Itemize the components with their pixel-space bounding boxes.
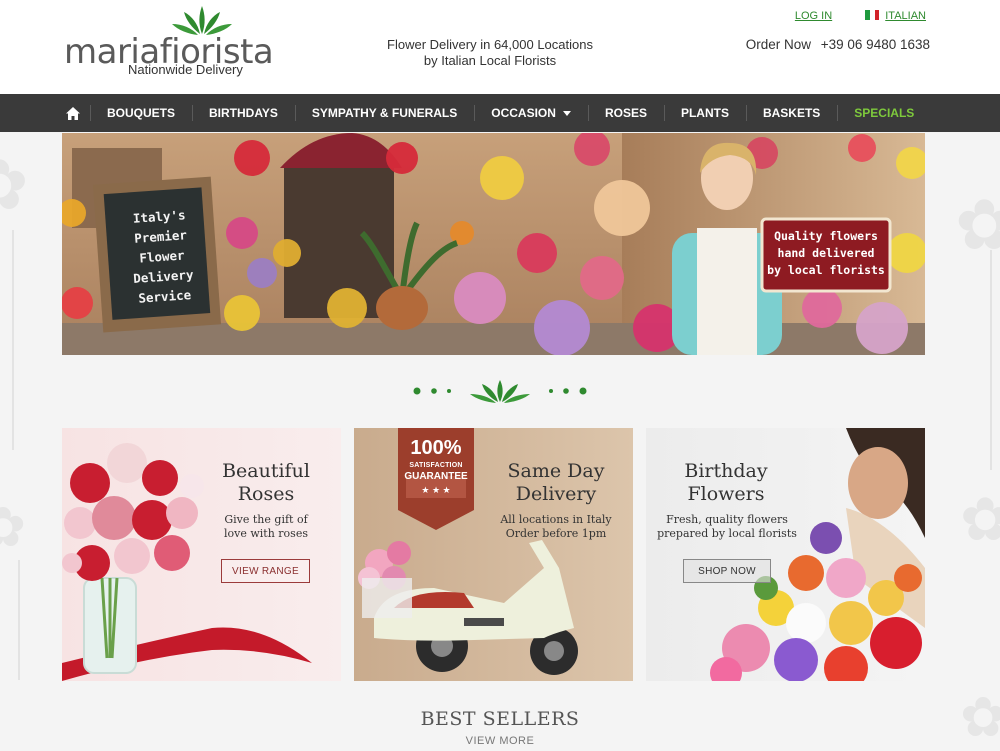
card-text-line: Give the gift of bbox=[224, 513, 308, 526]
italy-flag-icon bbox=[865, 10, 880, 20]
card-description: Give the gift of love with roses bbox=[202, 513, 330, 541]
tagline-line: Flower Delivery in 64,000 Locations bbox=[387, 37, 593, 52]
badge-percent: 100% bbox=[410, 437, 462, 459]
header-tagline: Flower Delivery in 64,000 Locations by I… bbox=[380, 37, 600, 69]
promo-card-roses[interactable]: Beautiful Roses Give the gift of love wi… bbox=[62, 428, 341, 681]
order-phone[interactable]: Order Now +39 06 9480 1638 bbox=[746, 37, 930, 52]
site-logo[interactable]: mariafiorista Nationwide Delivery bbox=[64, 6, 274, 80]
sign-line: hand delivered bbox=[777, 246, 875, 260]
background-stem-decoration bbox=[18, 560, 20, 680]
caret-down-icon bbox=[562, 110, 571, 116]
nav-occasion-label: OCCASION bbox=[491, 106, 556, 120]
nav-baskets[interactable]: BASKETS bbox=[745, 94, 837, 132]
best-sellers-heading: BEST SELLERS bbox=[420, 708, 580, 730]
nav-roses[interactable]: ROSES bbox=[587, 94, 664, 132]
card-title-line: Delivery bbox=[515, 483, 597, 505]
badge-text: SATISFACTION bbox=[409, 462, 463, 469]
card-title-line: Beautiful bbox=[222, 460, 310, 482]
badge-text: GUARANTEE bbox=[404, 471, 468, 482]
hero-banner[interactable]: Italy's Premier Flower Delivery Service … bbox=[62, 133, 925, 355]
nav-specials[interactable]: SPECIALS bbox=[837, 94, 931, 132]
logo-subtitle: Nationwide Delivery bbox=[128, 62, 243, 77]
leaf-divider-icon bbox=[413, 380, 587, 403]
card-title-line: Flowers bbox=[687, 483, 765, 505]
card-description: All locations in Italy Order before 1pm bbox=[490, 513, 622, 541]
view-range-button[interactable]: VIEW RANGE bbox=[221, 559, 310, 583]
language-link[interactable]: ITALIAN bbox=[865, 10, 926, 22]
card-title: Beautiful Roses bbox=[202, 460, 330, 506]
background-flower-decoration: ✿ bbox=[960, 485, 1000, 555]
nav-plants[interactable]: PLANTS bbox=[663, 94, 746, 132]
card-text-line: All locations in Italy bbox=[500, 513, 612, 526]
background-stem-decoration bbox=[990, 250, 992, 470]
card-title-line: Birthday bbox=[684, 460, 768, 482]
card-text-line: Fresh, quality flowers bbox=[666, 513, 788, 526]
phone-number: +39 06 9480 1638 bbox=[820, 37, 930, 52]
main-nav: BOUQUETS BIRTHDAYS SYMPATHY & FUNERALS O… bbox=[0, 94, 1000, 132]
promo-card-same-day[interactable]: 100% SATISFACTION GUARANTEE ★ ★ ★ Same D… bbox=[354, 428, 633, 681]
sign-line: Quality flowers bbox=[774, 229, 878, 243]
hero-sign-text: Quality flowers hand delivered by local … bbox=[762, 228, 890, 279]
top-links: LOG IN ITALIAN bbox=[765, 10, 926, 22]
background-stem-decoration bbox=[12, 230, 14, 450]
login-link[interactable]: LOG IN bbox=[795, 10, 832, 22]
nav-home[interactable] bbox=[62, 94, 90, 132]
background-flower-decoration: ✿ bbox=[955, 184, 1000, 266]
view-more-link[interactable]: VIEW MORE bbox=[0, 735, 1000, 747]
card-title: Same Day Delivery bbox=[490, 460, 622, 506]
order-label: Order Now bbox=[745, 37, 811, 52]
badge-stars: ★ ★ ★ bbox=[421, 485, 451, 495]
nav-occasion[interactable]: OCCASION bbox=[474, 94, 588, 132]
nav-bouquets[interactable]: BOUQUETS bbox=[90, 94, 192, 132]
card-text-line: Order before 1pm bbox=[505, 527, 607, 540]
tagline-line: by Italian Local Florists bbox=[423, 53, 557, 68]
background-flower-decoration: ✿ bbox=[0, 150, 29, 220]
nav-sympathy-funerals[interactable]: SYMPATHY & FUNERALS bbox=[294, 94, 474, 132]
nav-birthdays[interactable]: BIRTHDAYS bbox=[192, 94, 295, 132]
card-text-line: love with roses bbox=[224, 527, 308, 540]
card-description: Fresh, quality flowers prepared by local… bbox=[650, 513, 804, 541]
chalkboard-text: Italy's Premier Flower Delivery Service bbox=[113, 204, 212, 310]
promo-card-birthday[interactable]: Birthday Flowers Fresh, quality flowers … bbox=[646, 428, 925, 681]
shop-now-button[interactable]: SHOP NOW bbox=[683, 559, 771, 583]
card-text-line: prepared by local florists bbox=[657, 527, 797, 540]
card-title: Birthday Flowers bbox=[654, 460, 798, 506]
sign-line: by local florists bbox=[767, 263, 885, 277]
language-label: ITALIAN bbox=[885, 10, 926, 22]
card-title-line: Same Day bbox=[507, 460, 605, 482]
background-flower-decoration: ✿ bbox=[0, 495, 27, 559]
site-header: mariafiorista Nationwide Delivery Flower… bbox=[0, 0, 1000, 94]
card-title-line: Roses bbox=[237, 483, 295, 505]
guarantee-badge: 100% SATISFACTION GUARANTEE ★ ★ ★ bbox=[398, 436, 474, 497]
home-icon bbox=[66, 106, 80, 120]
